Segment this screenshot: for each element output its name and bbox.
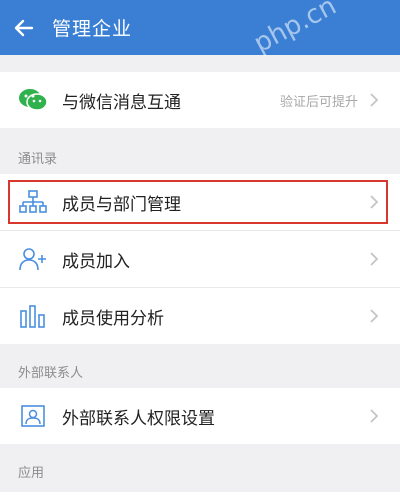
arrow-left-icon	[14, 19, 34, 36]
member-department-management-label: 成员与部门管理	[62, 194, 181, 215]
member-join-label: 成员加入	[62, 251, 130, 272]
wechat-icon	[16, 83, 50, 117]
org-chart-icon	[16, 185, 50, 219]
section-title-contacts: 通讯录	[18, 152, 58, 167]
contact-card-icon	[16, 399, 50, 433]
apps-group	[0, 492, 400, 501]
member-usage-analysis-row[interactable]: 成员使用分析	[0, 288, 400, 344]
wechat-interop-row[interactable]: 与微信消息互通 验证后可提升	[0, 72, 400, 128]
section-title-apps: 应用	[18, 466, 45, 481]
chevron-right-icon	[364, 249, 384, 269]
wechat-interop-label: 与微信消息互通	[62, 92, 181, 113]
chevron-right-icon	[364, 306, 384, 326]
chevron-right-icon	[364, 192, 384, 212]
wechat-group: 与微信消息互通 验证后可提升	[0, 72, 400, 128]
external-contacts-group: 外部联系人权限设置	[0, 388, 400, 444]
bar-chart-icon	[16, 299, 50, 333]
chevron-right-icon	[364, 406, 384, 426]
page-title: 管理企业	[52, 18, 133, 40]
external-contact-permission-row[interactable]: 外部联系人权限设置	[0, 388, 400, 444]
wechat-interop-hint: 验证后可提升	[279, 94, 358, 110]
app-header: 管理企业 php.cn	[0, 0, 400, 59]
member-usage-analysis-label: 成员使用分析	[62, 308, 164, 329]
add-user-icon	[16, 242, 50, 276]
chevron-right-icon	[364, 90, 384, 110]
contacts-group: 成员与部门管理 成员加入 成员使用分析	[0, 174, 400, 344]
back-button[interactable]	[2, 0, 46, 55]
watermark: php.cn	[249, 0, 342, 60]
member-department-management-row[interactable]: 成员与部门管理	[0, 174, 400, 231]
section-title-external-contacts: 外部联系人	[18, 366, 84, 381]
external-contact-permission-label: 外部联系人权限设置	[62, 408, 215, 429]
member-join-row[interactable]: 成员加入	[0, 231, 400, 288]
